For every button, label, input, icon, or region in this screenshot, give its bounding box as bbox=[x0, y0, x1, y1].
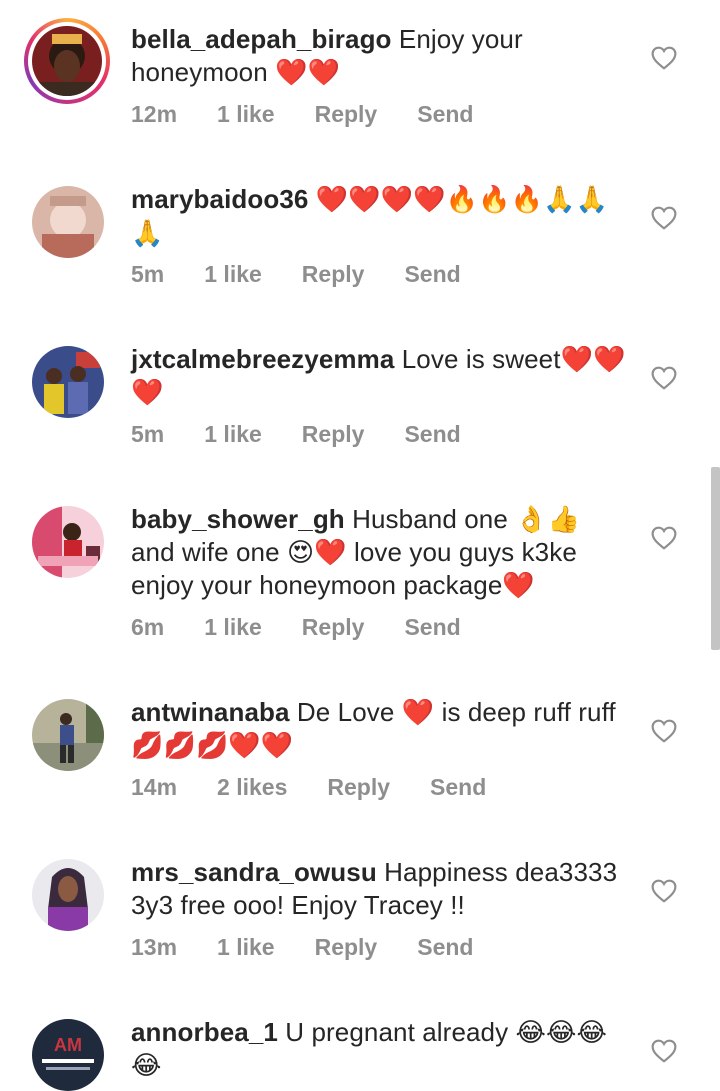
comment-body: marybaidoo36 ❤️❤️❤️❤️🔥🔥🔥🙏🙏🙏 bbox=[131, 183, 631, 251]
comment-likes[interactable]: 1 like bbox=[204, 261, 262, 287]
send-button[interactable]: Send bbox=[404, 421, 460, 447]
comment-username[interactable]: mrs_sandra_owusu bbox=[131, 857, 377, 887]
avatar-photo: AM bbox=[32, 1019, 104, 1091]
svg-text:AM: AM bbox=[54, 1035, 82, 1055]
like-heart-icon[interactable] bbox=[651, 879, 677, 903]
comment-likes[interactable]: 1 like bbox=[204, 421, 262, 447]
avatar-photo bbox=[32, 346, 104, 418]
comment-body: antwinanaba De Love ❤️ is deep ruff ruff… bbox=[131, 696, 631, 762]
comment-body: mrs_sandra_owusu Happiness dea3333 3y3 f… bbox=[131, 856, 631, 922]
reply-button[interactable]: Reply bbox=[302, 421, 365, 447]
avatar-photo bbox=[32, 859, 104, 931]
avatar[interactable] bbox=[32, 346, 104, 418]
like-heart-icon[interactable] bbox=[651, 206, 677, 230]
comment-body: annorbea_1 U pregnant already 😂😂😂😂 bbox=[131, 1016, 631, 1082]
send-button[interactable]: Send bbox=[417, 101, 473, 127]
reply-button[interactable]: Reply bbox=[315, 934, 378, 960]
like-heart-icon[interactable] bbox=[651, 719, 677, 743]
comment-time: 14m bbox=[131, 774, 178, 800]
like-heart-icon[interactable] bbox=[651, 366, 677, 390]
avatar[interactable] bbox=[24, 18, 110, 104]
comment-time: 5m bbox=[131, 261, 165, 287]
send-button[interactable]: Send bbox=[430, 774, 486, 800]
comment-body: bella_adepah_birago Enjoy your honeymoon… bbox=[131, 23, 631, 89]
avatar[interactable] bbox=[32, 859, 104, 931]
comment-username[interactable]: annorbea_1 bbox=[131, 1017, 278, 1047]
send-button[interactable]: Send bbox=[404, 261, 460, 287]
scrollbar[interactable] bbox=[711, 467, 720, 650]
send-button[interactable]: Send bbox=[417, 934, 473, 960]
comment-username[interactable]: baby_shower_gh bbox=[131, 504, 345, 534]
like-heart-icon[interactable] bbox=[651, 526, 677, 550]
like-heart-icon[interactable] bbox=[651, 46, 677, 70]
comment-time: 13m bbox=[131, 934, 178, 960]
comment-username[interactable]: antwinanaba bbox=[131, 697, 290, 727]
comment-time: 5m bbox=[131, 421, 165, 447]
avatar-photo bbox=[32, 26, 102, 96]
avatar[interactable] bbox=[32, 186, 104, 258]
comment-time: 12m bbox=[131, 101, 178, 127]
comment-likes[interactable]: 1 like bbox=[217, 934, 275, 960]
like-heart-icon[interactable] bbox=[651, 1039, 677, 1063]
avatar-photo bbox=[32, 506, 104, 578]
reply-button[interactable]: Reply bbox=[302, 614, 365, 640]
avatar-photo bbox=[32, 699, 104, 771]
avatar[interactable] bbox=[32, 699, 104, 771]
comment-body: jxtcalmebreezyemma Love is sweet❤️❤️❤️ bbox=[131, 343, 631, 409]
comment-username[interactable]: marybaidoo36 bbox=[131, 184, 309, 214]
comment-likes[interactable]: 1 like bbox=[204, 614, 262, 640]
comment-body: baby_shower_gh Husband one 👌👍 and wife o… bbox=[131, 503, 631, 602]
avatar-photo bbox=[32, 186, 104, 258]
comment-username[interactable]: bella_adepah_birago bbox=[131, 24, 392, 54]
avatar[interactable] bbox=[32, 506, 104, 578]
comment-likes[interactable]: 2 likes bbox=[217, 774, 287, 800]
comment-likes[interactable]: 1 like bbox=[217, 101, 275, 127]
comment-time: 6m bbox=[131, 614, 165, 640]
comment-username[interactable]: jxtcalmebreezyemma bbox=[131, 344, 394, 374]
send-button[interactable]: Send bbox=[404, 614, 460, 640]
reply-button[interactable]: Reply bbox=[315, 101, 378, 127]
avatar[interactable]: AM bbox=[32, 1019, 104, 1091]
reply-button[interactable]: Reply bbox=[327, 774, 390, 800]
reply-button[interactable]: Reply bbox=[302, 261, 365, 287]
